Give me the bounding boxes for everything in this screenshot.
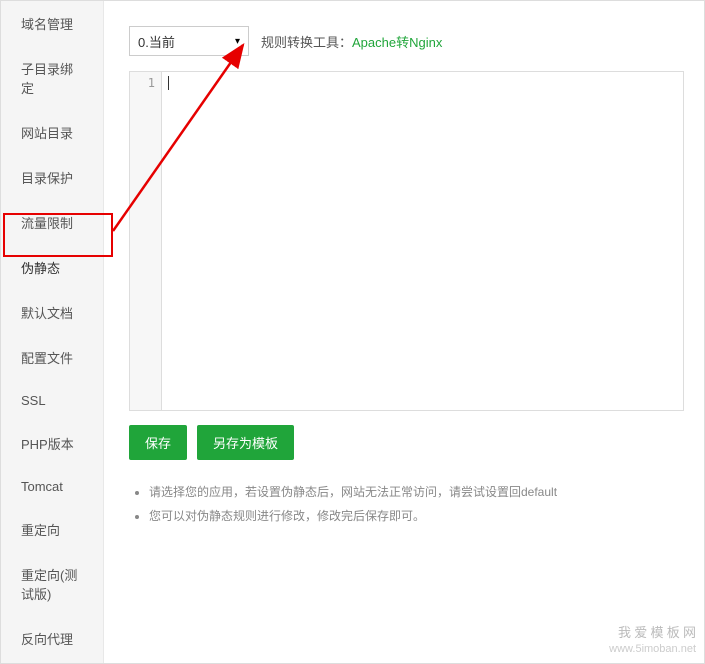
rewrite-editor[interactable]: 1 — [129, 71, 684, 411]
top-row: 0.当前 ▾ 规则转换工具：Apache转Nginx — [129, 26, 684, 56]
save-as-template-button[interactable]: 另存为模板 — [197, 425, 294, 460]
watermark: 我 爱 模 板 网 www.5imoban.net — [609, 625, 696, 657]
line-number: 1 — [130, 76, 155, 90]
sidebar-item-ssl[interactable]: SSL — [1, 380, 103, 421]
tip-item: 请选择您的应用，若设置伪静态后，网站无法正常访问，请尝试设置回default — [149, 480, 684, 504]
sidebar-item-redirect-beta[interactable]: 重定向(测试版) — [1, 552, 103, 616]
sidebar-item-label: 域名管理 — [21, 17, 73, 32]
tips-list: 请选择您的应用，若设置伪静态后，网站无法正常访问，请尝试设置回default 您… — [129, 480, 684, 528]
sidebar-item-default-doc[interactable]: 默认文档 — [1, 290, 103, 335]
sidebar-item-label: 子目录绑定 — [21, 62, 73, 96]
sidebar-item-label: 目录保护 — [21, 171, 73, 186]
sidebar-item-label: PHP版本 — [21, 437, 74, 452]
sidebar-item-label: 流量限制 — [21, 216, 73, 231]
main-panel: 0.当前 ▾ 规则转换工具：Apache转Nginx 1 保存 另存为模板 请选… — [104, 1, 704, 663]
sidebar-item-label: Tomcat — [21, 479, 63, 494]
sidebar-item-label: 网站目录 — [21, 126, 73, 141]
editor-cursor — [168, 76, 169, 90]
sidebar: 域名管理 子目录绑定 网站目录 目录保护 流量限制 伪静态 默认文档 配置文件 … — [1, 1, 104, 663]
save-button[interactable]: 保存 — [129, 425, 187, 460]
watermark-url: www.5imoban.net — [609, 641, 696, 657]
editor-body[interactable] — [162, 72, 683, 410]
sidebar-item-php[interactable]: PHP版本 — [1, 421, 103, 466]
sidebar-item-webdir[interactable]: 网站目录 — [1, 110, 103, 155]
sidebar-item-subdir[interactable]: 子目录绑定 — [1, 46, 103, 110]
sidebar-item-label: 重定向(测试版) — [21, 568, 77, 602]
tip-item: 您可以对伪静态规则进行修改，修改完后保存即可。 — [149, 504, 684, 528]
sidebar-item-config[interactable]: 配置文件 — [1, 335, 103, 380]
chevron-down-icon: ▾ — [235, 36, 240, 47]
watermark-text: 我 爱 模 板 网 — [609, 625, 696, 641]
sidebar-item-label: SSL — [21, 393, 46, 408]
editor-gutter: 1 — [130, 72, 162, 410]
sidebar-item-redirect[interactable]: 重定向 — [1, 507, 103, 552]
sidebar-item-domain[interactable]: 域名管理 — [1, 1, 103, 46]
sidebar-item-label: 默认文档 — [21, 306, 73, 321]
sidebar-item-traffic[interactable]: 流量限制 — [1, 200, 103, 245]
tool-label: 规则转换工具：Apache转Nginx — [261, 32, 442, 51]
sidebar-item-label: 重定向 — [21, 523, 60, 538]
sidebar-item-label: 伪静态 — [21, 261, 60, 276]
template-select[interactable]: 0.当前 ▾ — [129, 26, 249, 56]
sidebar-item-label: 配置文件 — [21, 351, 73, 366]
sidebar-item-rewrite[interactable]: 伪静态 — [1, 245, 103, 290]
select-value: 0.当前 — [138, 32, 175, 51]
sidebar-item-proxy[interactable]: 反向代理 — [1, 616, 103, 661]
sidebar-item-tomcat[interactable]: Tomcat — [1, 466, 103, 507]
button-row: 保存 另存为模板 — [129, 425, 684, 460]
sidebar-item-hotlink[interactable]: 防盗链 — [1, 661, 103, 663]
sidebar-item-dirprotect[interactable]: 目录保护 — [1, 155, 103, 200]
convert-link[interactable]: Apache转Nginx — [352, 35, 442, 50]
sidebar-item-label: 反向代理 — [21, 632, 73, 647]
